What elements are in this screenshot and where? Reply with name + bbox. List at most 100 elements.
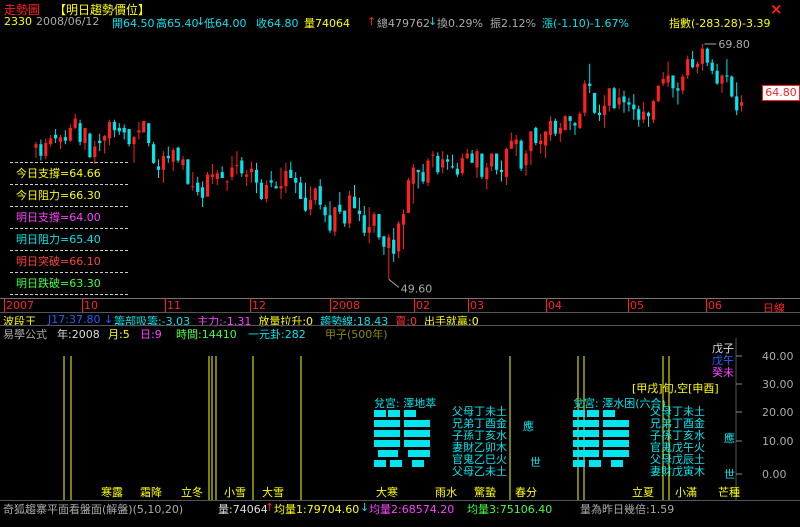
gua-right-lines: 父母丁未土 兄弟丁酉金 子孫丁亥水 官鬼戊午火 父母戊辰土 妻財戊寅木 <box>650 406 705 478</box>
candle <box>642 102 646 124</box>
candle <box>519 139 523 171</box>
level-label: 今日阻力= <box>16 189 70 202</box>
solar-term: 春分 <box>515 486 537 499</box>
gua-left-hexagram <box>374 410 438 470</box>
candle <box>397 221 401 259</box>
candle <box>58 134 63 149</box>
candle <box>98 133 102 152</box>
candle <box>235 151 239 175</box>
date-label: 2007 <box>6 299 34 312</box>
solar-term: 雨水 <box>435 486 457 499</box>
candle <box>392 228 396 262</box>
candle <box>588 63 592 93</box>
cycle-label: [甲戌]旬,空[申酉] <box>632 382 719 395</box>
candle <box>333 207 337 237</box>
candle <box>34 141 38 159</box>
hexagram-line <box>374 450 438 457</box>
quote-turnover: 換0.29% <box>437 17 483 30</box>
candle <box>83 127 87 151</box>
candle <box>132 136 136 163</box>
candle <box>313 187 317 205</box>
candle <box>455 162 459 177</box>
candle <box>705 47 709 67</box>
candle <box>426 158 430 187</box>
up-arrow-icon: ↑ <box>367 15 377 28</box>
date-axis: 日線 2007 10 11 12 2008 02 03 04 05 06 <box>0 298 800 315</box>
solar-term: 寒露 <box>101 486 123 499</box>
candle <box>514 134 518 156</box>
quote-close: 收64.80 <box>256 17 299 30</box>
candle <box>323 204 327 223</box>
candle <box>686 55 690 79</box>
date-label: 11 <box>167 299 181 312</box>
candle <box>475 148 479 178</box>
close-button[interactable]: × <box>770 0 783 18</box>
candle <box>553 118 557 137</box>
solar-term: 大雪 <box>262 486 284 499</box>
hexagram-line <box>573 440 637 447</box>
candle <box>357 197 361 222</box>
date-label: 2008 <box>332 299 360 312</box>
level-label: 今日支撐= <box>16 167 70 180</box>
candle <box>103 134 107 154</box>
candle <box>343 210 347 227</box>
volume-avg3: 均量3:75106.40 <box>467 503 553 516</box>
candle <box>259 179 263 201</box>
hexagram-line <box>374 410 438 417</box>
candle <box>93 140 97 164</box>
candle <box>671 75 675 98</box>
candle <box>700 43 704 71</box>
hexagram-line <box>573 460 637 467</box>
solar-term: 驚蟄 <box>474 486 496 499</box>
level-label: 明日跌破= <box>16 277 70 290</box>
quote-high: 高65.40 <box>156 17 199 30</box>
candle <box>666 61 670 88</box>
level-label: 明日支撐= <box>16 211 70 224</box>
candle <box>274 181 278 189</box>
candle <box>485 162 489 190</box>
candle <box>558 123 562 142</box>
down-arrow-icon: ↓ <box>428 15 438 28</box>
candle <box>529 131 533 166</box>
gua-right-hexagram <box>573 410 637 470</box>
yi-panel: 40.00 30.00 20.00 10.00 0.00 戊子 戊午 癸未 [甲戌]旬,空[… <box>0 338 800 500</box>
candle <box>548 116 553 141</box>
candle <box>289 161 293 178</box>
level-item: 今日支撐=64.66 <box>10 162 128 184</box>
lower-y-tick-label: 10.00 <box>762 435 794 448</box>
high-marker-label: 69.80 <box>718 38 750 51</box>
level-item: 明日支撐=64.00 <box>10 206 128 228</box>
candle <box>127 129 131 147</box>
volume-indicator-name[interactable]: 奇狐趨寨平面看盤面(解盤)(5,10,20) <box>3 501 183 517</box>
candle <box>220 166 224 178</box>
date-label: 12 <box>252 299 266 312</box>
date-label: 04 <box>548 299 562 312</box>
candle <box>367 207 371 244</box>
candle <box>578 111 582 130</box>
level-item: 明日跌破=63.30 <box>10 272 128 294</box>
candle <box>328 201 332 233</box>
candle <box>735 82 739 116</box>
date-tick <box>546 298 547 312</box>
date-tick <box>165 298 166 312</box>
candle <box>44 138 48 160</box>
candle <box>470 150 474 163</box>
candle <box>602 95 606 128</box>
lower-y-tick-label: 40.00 <box>762 350 794 363</box>
candle <box>166 146 170 163</box>
candle <box>504 147 508 185</box>
solar-term: 立夏 <box>632 486 654 499</box>
candle <box>597 104 602 121</box>
yi-formula-bar: 易學公式 年:2008 月:5 日:9 時間:14410 一元卦:282 甲子(… <box>0 325 800 341</box>
candle <box>416 169 420 189</box>
candle <box>308 186 312 216</box>
hexagram-line <box>374 420 438 427</box>
candle <box>406 177 410 213</box>
level-value: 66.30 <box>69 189 101 202</box>
candle <box>627 97 631 112</box>
candle <box>254 162 259 194</box>
candle <box>446 154 450 170</box>
candle <box>279 167 283 199</box>
price-axis: 64.80 <box>760 30 800 300</box>
date-label: 10 <box>84 299 98 312</box>
